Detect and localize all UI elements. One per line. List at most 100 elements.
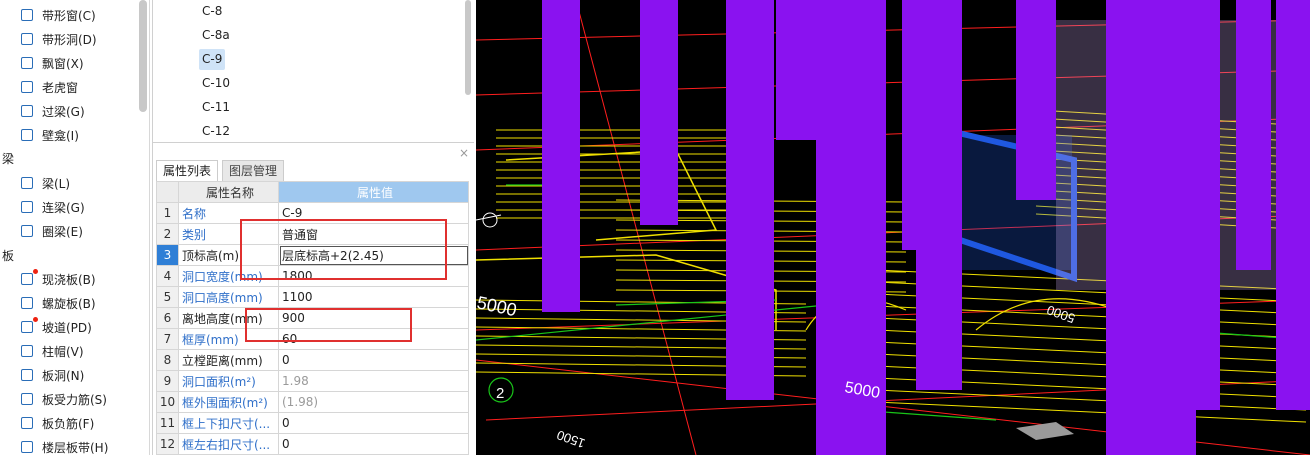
close-icon[interactable]: × (458, 147, 470, 159)
new-indicator-icon (33, 269, 38, 274)
property-value-cell[interactable]: 0 (278, 412, 469, 434)
row-number: 11 (156, 412, 179, 434)
tree-item-label: 楼层板带(H) (42, 440, 109, 455)
component-list-scrollbar[interactable] (465, 0, 471, 95)
panel-separator (152, 142, 474, 143)
tree-item[interactable]: 连梁(G) (20, 196, 85, 218)
tree-item-label: 壁龛(I) (42, 128, 79, 143)
property-name-cell: 框外围面积(m²) (178, 391, 279, 413)
tree-category-slab[interactable]: 板 (2, 245, 14, 265)
property-name-cell: 离地高度(mm) (178, 307, 279, 329)
tree-item[interactable]: 柱帽(V) (20, 340, 84, 362)
ring-beam-icon (20, 224, 34, 238)
tree-item[interactable]: 过梁(G) (20, 100, 85, 122)
tree-item-label: 圈梁(E) (42, 224, 83, 239)
row-number: 2 (156, 223, 179, 245)
property-value-cell[interactable]: 普通窗 (278, 223, 469, 245)
row-number: 1 (156, 202, 179, 224)
tree-item[interactable]: 圈梁(E) (20, 220, 83, 242)
component-list-item[interactable]: C-8a (199, 25, 233, 46)
tree-item-label: 带形窗(C) (42, 8, 96, 23)
lintel-icon (20, 104, 34, 118)
tree-category-beam[interactable]: 梁 (2, 148, 14, 168)
tree-item[interactable]: 飘窗(X) (20, 52, 84, 74)
tab-layer-management[interactable]: 图层管理 (222, 160, 285, 181)
table-row[interactable]: 11 框上下扣尺寸(... 0 (156, 412, 469, 434)
strip-opening-icon (20, 32, 34, 46)
tree-item[interactable]: 老虎窗 (20, 76, 78, 98)
bay-window-icon (20, 56, 34, 70)
table-row[interactable]: 5 洞口高度(mm) 1100 (156, 286, 469, 308)
column (1276, 0, 1310, 410)
row-number: 9 (156, 370, 179, 392)
table-row[interactable]: 1 名称 C-9 (156, 202, 469, 224)
property-value-cell[interactable]: 1100 (278, 286, 469, 308)
property-value-cell[interactable]: 60 (278, 328, 469, 350)
component-list-item[interactable]: C-8 (199, 1, 225, 22)
property-value-cell[interactable]: 0 (278, 349, 469, 371)
new-indicator-icon (33, 317, 38, 322)
property-value-cell[interactable]: C-9 (278, 202, 469, 224)
table-row[interactable]: 6 离地高度(mm) 900 (156, 307, 469, 329)
property-value-cell[interactable]: 0 (278, 433, 469, 455)
tree-item-label: 梁(L) (42, 176, 71, 191)
tree-item[interactable]: 板洞(N) (20, 364, 84, 386)
tree-item-label: 板受力筋(S) (42, 392, 107, 407)
table-row[interactable]: 8 立樘距离(mm) 0 (156, 349, 469, 371)
spiral-slab-icon (20, 296, 34, 310)
row-number: 3 (156, 244, 179, 266)
tree-item-label: 坡道(PD) (42, 320, 92, 335)
table-row[interactable]: 3 顶标高(m) 层底标高+2(2.45) (156, 244, 469, 266)
row-number: 10 (156, 391, 179, 413)
column (640, 0, 678, 225)
component-list-item[interactable]: C-9 (199, 49, 226, 70)
component-list-item[interactable]: C-11 (199, 97, 233, 118)
cast-slab-icon (20, 269, 38, 286)
tree-item[interactable]: 板受力筋(S) (20, 388, 107, 410)
tree-item[interactable]: 楼层板带(H) (20, 436, 108, 455)
tree-item-label: 现浇板(B) (42, 272, 96, 287)
tree-item[interactable]: 梁(L) (20, 172, 70, 194)
table-row[interactable]: 12 框左右扣尺寸(... 0 (156, 433, 469, 455)
tree-item[interactable]: 螺旋板(B) (20, 292, 96, 314)
table-row[interactable]: 9 洞口面积(m²) 1.98 (156, 370, 469, 392)
table-header-row: 属性名称 属性值 (156, 181, 469, 203)
property-name-cell: 洞口高度(mm) (178, 286, 279, 308)
tree-scrollbar[interactable] (139, 0, 147, 112)
scene-canvas[interactable]: 50005000500015002 (476, 0, 1310, 455)
property-value-input[interactable]: 层底标高+2(2.45) (278, 244, 469, 266)
property-value-cell[interactable]: 1800 (278, 265, 469, 287)
tab-property-list[interactable]: 属性列表 (156, 160, 219, 181)
property-name-cell: 洞口面积(m²) (178, 370, 279, 392)
column-cap-icon (20, 344, 34, 358)
table-row[interactable]: 4 洞口宽度(mm) 1800 (156, 265, 469, 287)
row-number: 8 (156, 349, 179, 371)
tree-item-label: 柱帽(V) (42, 344, 84, 359)
property-value-cell[interactable]: 1.98 (278, 370, 469, 392)
property-name-cell: 框厚(mm) (178, 328, 279, 350)
tree-item[interactable]: 板负筋(F) (20, 412, 94, 434)
row-number: 7 (156, 328, 179, 350)
tree-item[interactable]: 坡道(PD) (20, 316, 92, 338)
component-list-item[interactable]: C-10 (199, 73, 233, 94)
row-number-header (156, 181, 179, 203)
tree-item[interactable]: 带形洞(D) (20, 28, 97, 50)
property-value-cell[interactable]: (1.98) (278, 391, 469, 413)
table-row[interactable]: 2 类别 普通窗 (156, 223, 469, 245)
tree-item[interactable]: 现浇板(B) (20, 268, 96, 290)
column (916, 0, 962, 390)
panel-divider (149, 0, 150, 455)
row-number: 12 (156, 433, 179, 455)
table-row[interactable]: 10 框外围面积(m²) (1.98) (156, 391, 469, 413)
table-row[interactable]: 7 框厚(mm) 60 (156, 328, 469, 350)
column (1236, 0, 1271, 270)
floor-strip-icon (20, 440, 34, 454)
property-value-header: 属性值 (278, 181, 469, 203)
strip-window-icon (20, 8, 34, 22)
slab-hole-icon (20, 368, 34, 382)
property-value-cell[interactable]: 900 (278, 307, 469, 329)
component-list-item[interactable]: C-12 (199, 121, 233, 142)
3d-viewport[interactable]: 5000 5000 5000 1500 2 (476, 0, 1310, 455)
tree-item[interactable]: 带形窗(C) (20, 4, 96, 26)
tree-item[interactable]: 壁龛(I) (20, 124, 79, 146)
